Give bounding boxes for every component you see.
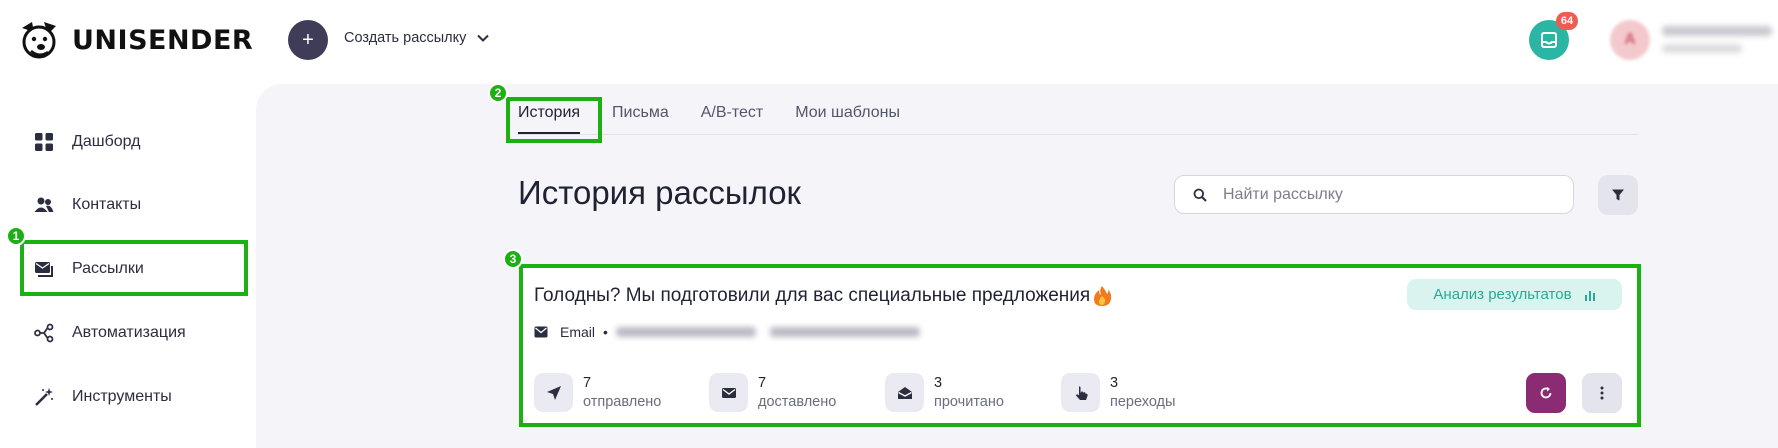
- app-root: UNISENDER + Создать рассылку 64 A Дашбор…: [0, 0, 1778, 448]
- sidebar-item-label: Контакты: [72, 196, 142, 213]
- filter-funnel-icon: [1612, 189, 1624, 201]
- create-campaign-button[interactable]: +: [288, 20, 328, 60]
- tab-ab-test[interactable]: A/B-тест: [701, 104, 764, 134]
- highlight-campaigns: [20, 240, 248, 296]
- automation-nodes-icon: [34, 323, 54, 343]
- tabs-divider: [518, 134, 1638, 135]
- create-campaign-dropdown[interactable]: Создать рассылку: [344, 30, 490, 46]
- sidebar-item-label: Инструменты: [72, 388, 172, 405]
- tab-my-templates[interactable]: Мои шаблоны: [795, 104, 900, 134]
- sidebar-item-dashboard[interactable]: Дашборд: [34, 130, 141, 154]
- sidebar-item-automation[interactable]: Автоматизация: [34, 321, 186, 345]
- inbox-icon: [1541, 32, 1557, 48]
- search-box: [1174, 175, 1574, 214]
- plus-icon: +: [302, 28, 314, 51]
- search-icon: [1193, 188, 1207, 202]
- user-plan-redacted: [1662, 44, 1742, 53]
- notifications-count-badge: 64: [1556, 12, 1578, 30]
- page-title: История рассылок: [518, 174, 801, 211]
- annotation-marker-1: 1: [6, 226, 26, 246]
- user-email-redacted: [1662, 26, 1772, 36]
- annotation-marker-2: 2: [488, 83, 508, 103]
- annotation-marker-3: 3: [503, 249, 523, 269]
- dashboard-grid-icon: [35, 133, 53, 151]
- brand-logo[interactable]: UNISENDER: [14, 18, 253, 62]
- dog-logo-icon: [22, 22, 56, 59]
- highlight-campaign-card: [519, 264, 1641, 427]
- magic-wand-icon: [35, 388, 53, 406]
- user-avatar[interactable]: A: [1610, 20, 1650, 60]
- users-icon: [34, 197, 54, 212]
- tab-letters[interactable]: Письма: [612, 104, 669, 134]
- highlight-history-tab: [506, 97, 602, 143]
- sidebar-item-label: Автоматизация: [72, 324, 186, 341]
- sidebar-item-contacts[interactable]: Контакты: [34, 193, 141, 217]
- search-input[interactable]: [1223, 185, 1543, 204]
- filter-button[interactable]: [1598, 175, 1638, 215]
- chevron-down-icon: [477, 34, 490, 42]
- sidebar-item-label: Дашборд: [72, 133, 141, 150]
- brand-name: UNISENDER: [72, 24, 254, 56]
- sidebar-item-tools[interactable]: Инструменты: [34, 385, 172, 409]
- create-campaign-label: Создать рассылку: [344, 30, 467, 46]
